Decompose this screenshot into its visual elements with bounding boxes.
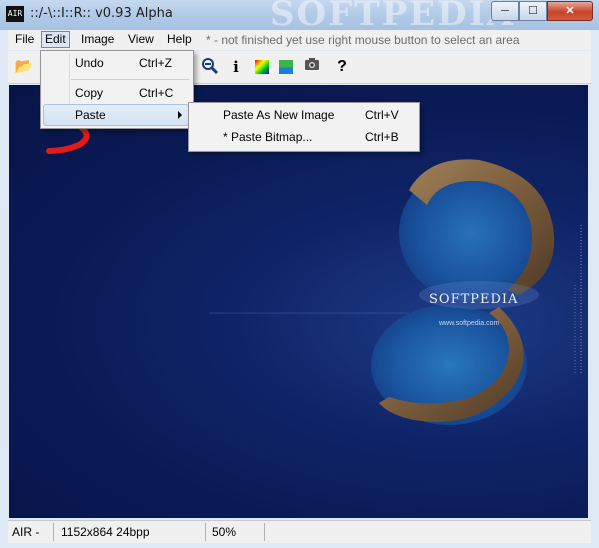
zoom-out-icon[interactable] xyxy=(200,57,220,77)
window-title: ::/-\::I::R:: v0.93 Alpha xyxy=(30,6,173,21)
menu-file[interactable]: File xyxy=(12,32,37,47)
folder-icon[interactable]: 📂 xyxy=(14,57,34,77)
menu-item-paste[interactable]: Paste xyxy=(43,104,189,126)
menu-separator xyxy=(71,79,189,80)
menu-item-copy[interactable]: Copy Ctrl+C xyxy=(43,82,189,104)
menu-image[interactable]: Image xyxy=(78,32,117,47)
undo-shortcut: Ctrl+Z xyxy=(139,56,172,70)
undo-label: Undo xyxy=(75,56,104,70)
help-icon[interactable]: ? xyxy=(332,57,352,77)
menu-item-paste-new-image[interactable]: Paste As New Image Ctrl+V xyxy=(191,104,415,126)
color-picker-icon[interactable] xyxy=(252,57,272,77)
menu-view[interactable]: View xyxy=(125,32,157,47)
caption-buttons: ─ ☐ ✕ xyxy=(491,1,593,21)
menu-edit[interactable]: Edit xyxy=(41,31,70,48)
paste-bitmap-label: * Paste Bitmap... xyxy=(223,130,313,144)
status-zoom: 50% xyxy=(212,525,237,539)
title-bar[interactable]: SOFTPEDIA AIR ::/-\::I::R:: v0.93 Alpha … xyxy=(0,0,599,34)
info-icon[interactable]: i xyxy=(226,57,246,77)
menu-item-paste-bitmap[interactable]: * Paste Bitmap... Ctrl+B xyxy=(191,126,415,148)
menu-hint: * - not finished yet use right mouse but… xyxy=(206,33,520,47)
paste-new-image-shortcut: Ctrl+V xyxy=(365,108,399,122)
close-button[interactable]: ✕ xyxy=(547,1,593,21)
paste-label: Paste xyxy=(75,108,106,122)
maximize-button[interactable]: ☐ xyxy=(519,1,547,21)
edit-menu: Undo Ctrl+Z Copy Ctrl+C Paste xyxy=(40,50,194,129)
status-app: AIR - xyxy=(12,525,40,539)
status-image-info: 1152x864 24bpp xyxy=(61,525,150,539)
copy-label: Copy xyxy=(75,86,104,100)
canvas-brand: SOFTPEDIA xyxy=(429,292,518,307)
menu-help[interactable]: Help xyxy=(164,32,195,47)
canvas-url: www.softpedia.com xyxy=(438,320,499,327)
status-divider xyxy=(264,523,265,541)
minimize-button[interactable]: ─ xyxy=(491,1,519,21)
menu-item-undo[interactable]: Undo Ctrl+Z xyxy=(43,52,189,74)
status-divider xyxy=(53,523,54,541)
watermark: SOFTPEDIA xyxy=(270,0,515,34)
app-icon[interactable]: AIR xyxy=(6,6,24,22)
paste-new-image-label: Paste As New Image xyxy=(223,108,335,122)
menu-bar: File Edit Image View Help * - not finish… xyxy=(8,30,591,50)
paste-submenu: Paste As New Image Ctrl+V * Paste Bitmap… xyxy=(188,102,420,152)
status-bar: AIR - 1152x864 24bpp 50% xyxy=(8,520,591,543)
paste-bitmap-shortcut: Ctrl+B xyxy=(365,130,399,144)
app-window: SOFTPEDIA AIR ::/-\::I::R:: v0.93 Alpha … xyxy=(0,0,599,548)
copy-shortcut: Ctrl+C xyxy=(139,86,174,100)
landscape-icon[interactable] xyxy=(276,57,296,77)
submenu-arrow-icon xyxy=(178,111,182,119)
status-divider xyxy=(205,523,206,541)
camera-icon[interactable] xyxy=(302,57,322,77)
